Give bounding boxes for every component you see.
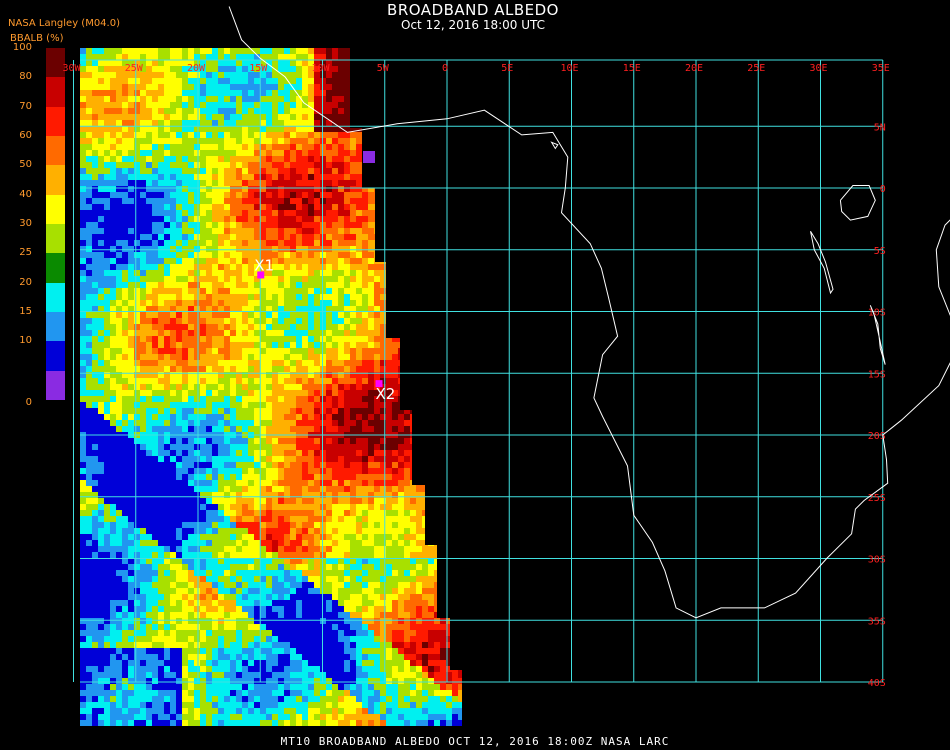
longitude-label: 5W bbox=[377, 63, 390, 74]
missing-data-block bbox=[363, 151, 375, 163]
latitude-label: 40S bbox=[868, 678, 886, 689]
site-marker-label: X1 bbox=[254, 256, 274, 274]
footer-caption: MT10 BROADBAND ALBEDO OCT 12, 2016 18:00… bbox=[280, 735, 670, 748]
latitude-label: 5N bbox=[874, 122, 886, 133]
longitude-label: 20W bbox=[187, 63, 206, 74]
latitude-label: 35S bbox=[868, 616, 886, 627]
longitude-label: 15W bbox=[249, 63, 268, 74]
site-marker-label: X2 bbox=[376, 385, 396, 403]
longitude-label: 10E bbox=[560, 63, 578, 74]
longitude-label: 25W bbox=[125, 63, 144, 74]
latitude-label: 25S bbox=[868, 493, 886, 504]
longitude-label: 30W bbox=[62, 63, 81, 74]
latitude-label: 0 bbox=[880, 184, 886, 195]
longitude-label: 20E bbox=[685, 63, 703, 74]
bioko-island bbox=[550, 141, 559, 150]
longitude-label: 25E bbox=[747, 63, 765, 74]
lake-victoria bbox=[839, 185, 876, 221]
lake-tanganyika bbox=[810, 230, 834, 295]
longitude-label: 0 bbox=[442, 63, 448, 74]
albedo-map: 30W 25W 20W 15W 10W 5W 0 5E 10E 15E 20E 25E 30E 35E 5N… bbox=[62, 6, 950, 726]
longitude-label: 10W bbox=[311, 63, 330, 74]
longitude-label: 5E bbox=[501, 63, 513, 74]
longitude-label: 15E bbox=[623, 63, 641, 74]
albedo-field bbox=[80, 48, 462, 726]
latitude-label: 5S bbox=[874, 246, 886, 257]
longitude-label: 35E bbox=[872, 63, 890, 74]
latitude-label: 10S bbox=[868, 308, 886, 319]
longitude-label: 30E bbox=[809, 63, 827, 74]
latitude-label: 30S bbox=[868, 555, 886, 566]
latitude-label: 15S bbox=[868, 369, 886, 380]
